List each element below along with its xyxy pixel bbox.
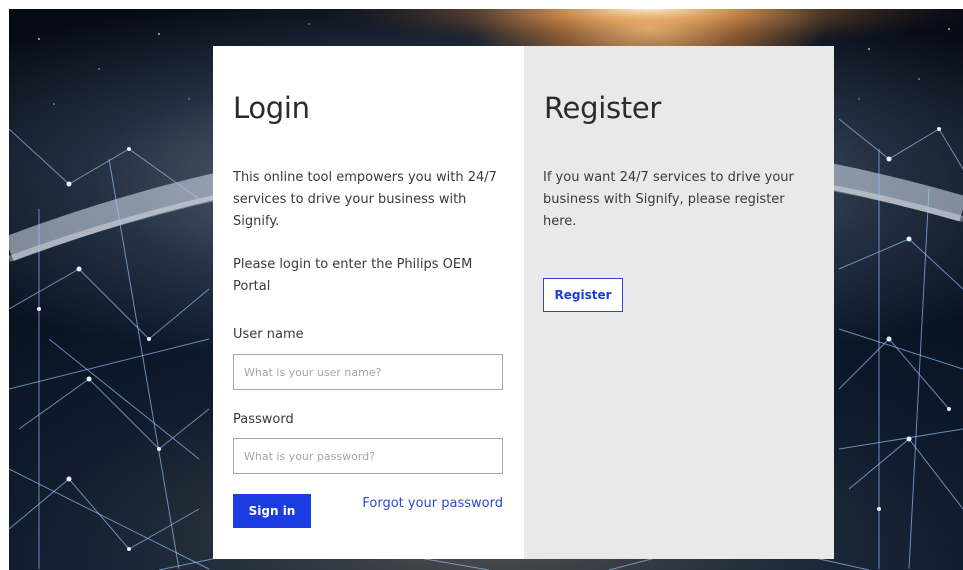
login-instruction-text: Please login to enter the Philips OEM Po… (233, 257, 473, 294)
page-background: Login This online tool empowers you with… (9, 9, 963, 570)
login-section: Login This online tool empowers you with… (213, 46, 524, 559)
register-title: Register (544, 91, 661, 125)
password-label: Password (233, 412, 294, 427)
login-intro-text: This online tool empowers you with 24/7 … (233, 170, 497, 229)
username-input[interactable] (233, 354, 503, 390)
auth-panel: Login This online tool empowers you with… (213, 46, 834, 559)
forgot-password-link[interactable]: Forgot your password (362, 496, 503, 511)
register-text: If you want 24/7 services to drive your … (543, 170, 794, 229)
username-label: User name (233, 327, 304, 342)
register-button[interactable]: Register (543, 278, 623, 312)
register-section: Register If you want 24/7 services to dr… (524, 46, 834, 559)
password-input[interactable] (233, 438, 503, 474)
login-title: Login (233, 91, 310, 125)
sign-in-button[interactable]: Sign in (233, 494, 311, 528)
